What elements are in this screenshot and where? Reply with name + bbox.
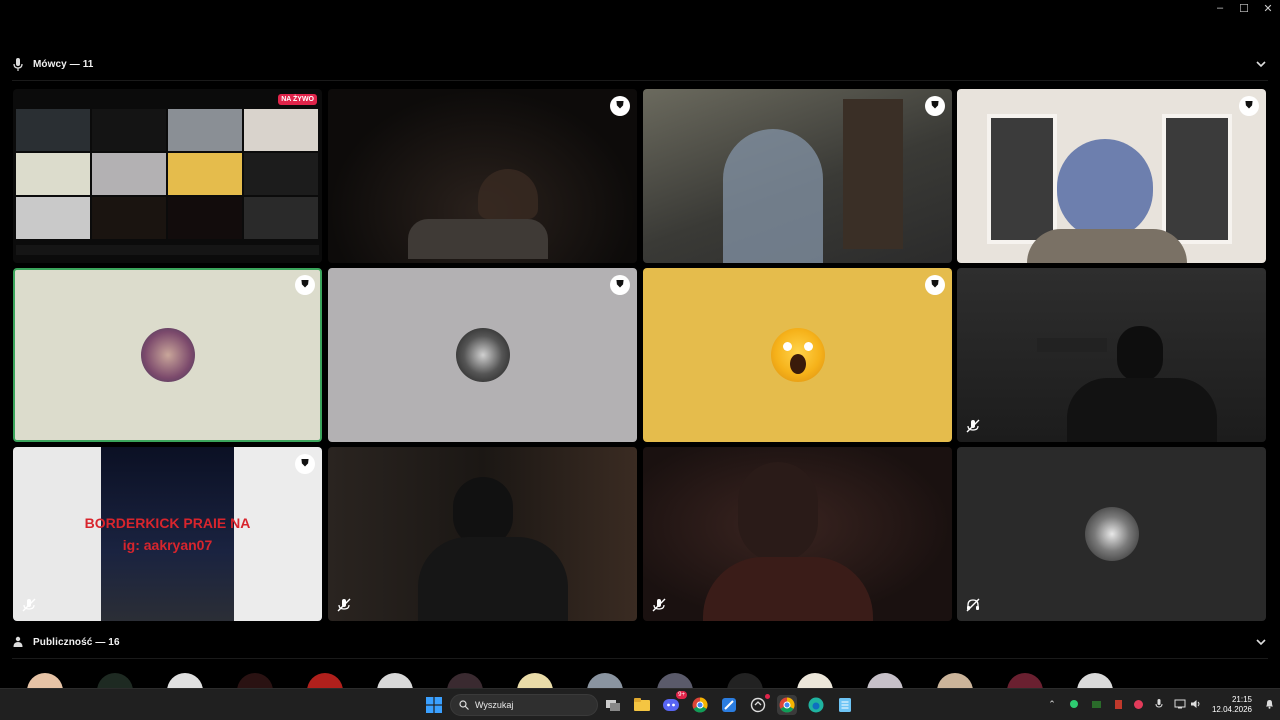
divider [12, 658, 1268, 659]
shield-icon: ⛊ [1245, 100, 1253, 111]
tray-app-icon[interactable] [1131, 697, 1145, 711]
edge-icon[interactable] [806, 695, 826, 715]
participant-video-tile[interactable]: ⛊ [957, 89, 1266, 263]
chevron-up-icon[interactable]: ⌃ [1045, 697, 1059, 711]
moderator-badge: ⛊ [295, 275, 315, 295]
shield-icon: ⛊ [616, 100, 624, 111]
taskbar-search[interactable]: Wyszukaj [450, 694, 598, 716]
moderator-badge: ⛊ [925, 96, 945, 116]
maximize-button[interactable]: ☐ [1232, 0, 1256, 16]
shield-icon: ⛊ [931, 279, 939, 290]
screen-share-preview [16, 109, 319, 259]
file-explorer-icon[interactable] [632, 695, 652, 715]
chrome-icon[interactable] [777, 695, 797, 715]
audience-header[interactable]: Publiczność — 16 [0, 628, 1280, 656]
audience-icon [12, 635, 24, 649]
participant-avatar [770, 328, 825, 382]
microphone-icon[interactable] [1152, 697, 1166, 711]
screen-share-tile[interactable]: NA ŻYWO [13, 89, 322, 263]
taskbar-clock[interactable]: 21:15 12.04.2026 [1212, 695, 1252, 715]
close-button[interactable]: ✕ [1256, 0, 1280, 16]
tray-app-icon[interactable] [1089, 697, 1103, 711]
speakers-header[interactable]: Mówcy — 11 [0, 50, 1280, 78]
tray-app-icon[interactable] [1111, 697, 1125, 711]
moderator-badge: ⛊ [610, 275, 630, 295]
participant-avatar-tile[interactable] [957, 447, 1266, 621]
mic-muted-icon [337, 598, 351, 612]
participant-video-tile[interactable]: ⛊ [643, 89, 952, 263]
chevron-down-icon[interactable] [1254, 635, 1268, 649]
audience-title: Publiczność — 16 [33, 636, 120, 648]
chevron-down-icon[interactable] [1254, 57, 1268, 71]
moderator-badge: ⛊ [925, 275, 945, 295]
mic-muted-icon [966, 419, 980, 433]
mic-muted-icon [652, 598, 666, 612]
participant-avatar [1084, 507, 1139, 561]
participant-video-tile[interactable] [643, 447, 952, 621]
mic-muted-icon [22, 598, 36, 612]
shield-icon: ⛊ [301, 458, 309, 469]
shield-icon: ⛊ [616, 279, 624, 290]
clock-time: 21:15 [1231, 695, 1252, 704]
windows-taskbar: Wyszukaj 9+ ⌃ 21:15 12.04.2026 [0, 688, 1280, 720]
moderator-badge: ⛊ [1239, 96, 1259, 116]
deafened-icon [966, 598, 980, 612]
minimize-button[interactable]: – [1208, 0, 1232, 16]
participant-video-tile[interactable]: BORDERKICK PRAIE NA ig: aakryan07 ⛊ [13, 447, 322, 621]
chrome-icon[interactable] [690, 695, 710, 715]
microphone-icon [12, 57, 24, 71]
clock-date: 12.04.2026 [1211, 705, 1252, 714]
search-placeholder: Wyszukaj [475, 700, 514, 710]
task-view-icon[interactable] [603, 695, 623, 715]
participant-avatar-tile-speaking[interactable]: ⛊ [13, 268, 322, 442]
participant-avatar [140, 328, 195, 382]
divider [12, 80, 1268, 81]
windows-start-icon[interactable] [424, 695, 444, 715]
participant-avatar [455, 328, 510, 382]
participant-video-tile[interactable] [328, 447, 637, 621]
notepad-icon[interactable] [835, 695, 855, 715]
tray-app-icon[interactable] [1067, 697, 1081, 711]
participant-video-tile[interactable]: ⛊ [328, 89, 637, 263]
window-controls: – ☐ ✕ [1208, 0, 1280, 16]
search-icon [459, 700, 469, 710]
moderator-badge: ⛊ [610, 96, 630, 116]
volume-icon[interactable] [1189, 697, 1203, 711]
discord-notification-badge: 9+ [676, 691, 687, 699]
app-icon[interactable] [719, 695, 739, 715]
network-icon[interactable] [1173, 697, 1187, 711]
shield-icon: ⛊ [931, 100, 939, 111]
moderator-badge: ⛊ [295, 454, 315, 474]
notification-bell-icon[interactable] [1262, 697, 1276, 711]
live-badge: NA ŻYWO [278, 94, 317, 105]
participant-avatar-tile[interactable]: ⛊ [643, 268, 952, 442]
participant-video-tile[interactable] [957, 268, 1266, 442]
speakers-title: Mówcy — 11 [33, 58, 94, 70]
shield-icon: ⛊ [301, 279, 309, 290]
participant-avatar-tile[interactable]: ⛊ [328, 268, 637, 442]
discord-icon[interactable]: 9+ [661, 691, 687, 715]
overlay-text-line2: ig: aakryan07 [122, 537, 213, 553]
app-icon[interactable] [748, 694, 770, 715]
overlay-text-line1: BORDERKICK PRAIE NA [84, 515, 251, 531]
